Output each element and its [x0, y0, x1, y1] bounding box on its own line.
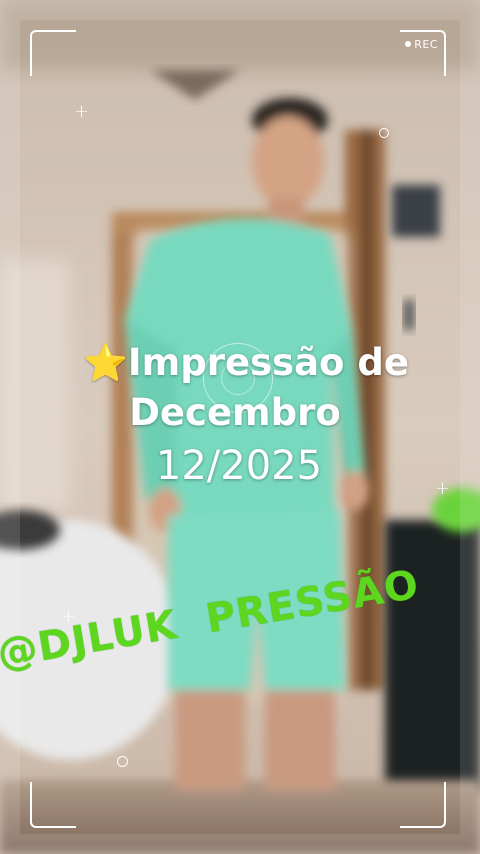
star-icon: ⭐: [83, 343, 128, 384]
caption-title: Impressão de: [127, 341, 409, 384]
caption-month: Decembro: [129, 391, 341, 434]
caption-date: 12/2025: [155, 443, 323, 489]
caption: ⭐Impressão de Decembro 12/2025: [0, 338, 480, 495]
caption-line-1: ⭐Impressão de: [0, 338, 480, 389]
